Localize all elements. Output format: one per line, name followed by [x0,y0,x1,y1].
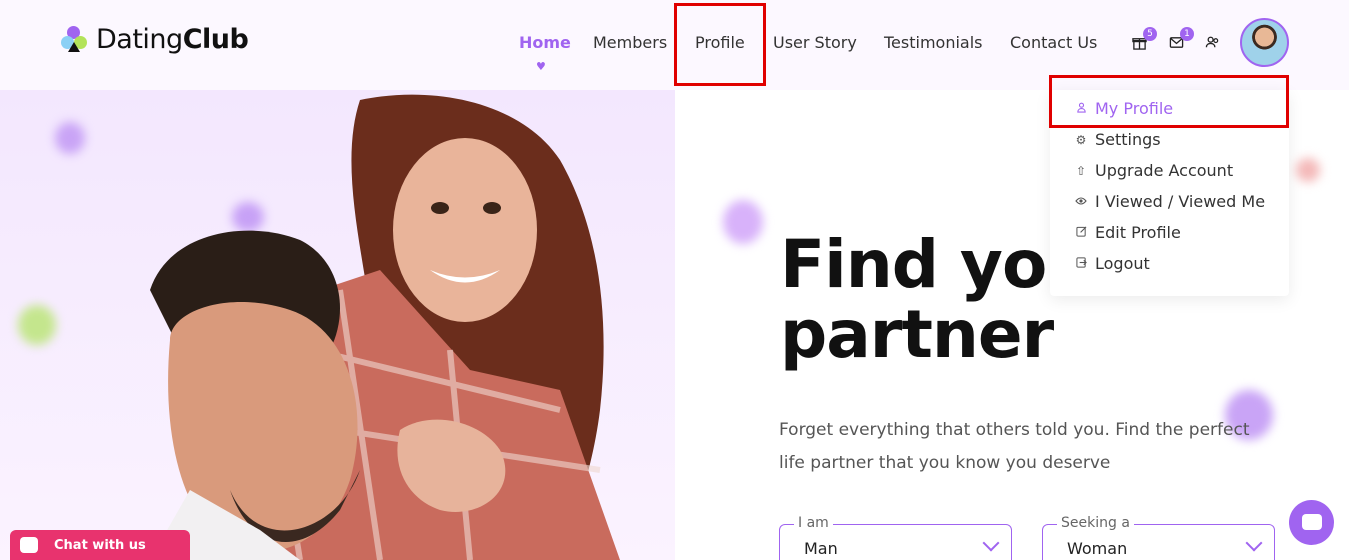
hero-title: Find you partner [780,226,1093,373]
nav-item-testimonials[interactable]: Testimonials [884,33,983,52]
seeking-value: Woman [1067,539,1128,558]
chat-launcher-button[interactable] [1289,500,1334,545]
eye-icon [1074,195,1088,209]
gift-icon[interactable]: 5 [1131,27,1157,51]
logo-text-light: Dating [96,24,183,55]
menu-item-label: Logout [1095,254,1150,273]
mail-count-badge: 1 [1180,27,1194,41]
gift-count-badge: 5 [1143,27,1157,41]
chat-bubble-icon [20,537,38,553]
seeking-select[interactable]: Seeking a Woman [1042,515,1275,560]
profile-highlight-box [674,3,766,86]
mail-icon[interactable]: 1 [1168,27,1194,51]
menu-item-label: Edit Profile [1095,223,1181,242]
chat-label: Chat with us [54,537,146,553]
chat-bubble-icon [1302,514,1322,530]
user-avatar[interactable] [1240,18,1289,67]
heart-decoration [1296,158,1320,182]
nav-item-contact-us[interactable]: Contact Us [1010,33,1097,52]
gear-icon: ⚙ [1075,132,1087,147]
i-am-value: Man [804,539,838,558]
logout-icon [1074,256,1088,271]
menu-item-viewed[interactable]: I Viewed / Viewed Me [1074,192,1265,211]
menu-item-label: Upgrade Account [1095,161,1234,180]
nav-item-home[interactable]: Home [519,33,571,52]
menu-item-label: I Viewed / Viewed Me [1095,192,1266,211]
i-am-label: I am [794,515,833,531]
active-heart-icon: ♥ [536,60,546,73]
i-am-select[interactable]: I am Man [779,515,1012,560]
logo-text-bold: Club [182,24,249,55]
heart-decoration [723,200,763,244]
chevron-down-icon [1245,534,1263,552]
chevron-down-icon [982,534,1000,552]
users-icon[interactable] [1204,35,1220,51]
hero-description: Forget everything that others told you. … [779,420,1250,473]
hero-image [0,90,675,560]
edit-icon [1074,226,1088,240]
hero-title-line1: Find you [780,226,1093,303]
logo[interactable]: DatingClub [60,24,249,55]
nav-item-members[interactable]: Members [593,33,667,52]
menu-item-label: Settings [1095,130,1161,149]
menu-item-edit-profile[interactable]: Edit Profile [1074,223,1181,242]
my-profile-highlight-box [1049,75,1289,128]
hero-title-line2: partner [780,296,1054,373]
menu-item-logout[interactable]: Logout [1074,254,1150,273]
seeking-label: Seeking a [1057,515,1134,531]
chat-with-us-button[interactable]: Chat with us [10,530,190,560]
logo-text: DatingClub [96,24,249,55]
nav-item-user-story[interactable]: User Story [773,33,857,52]
menu-item-settings[interactable]: ⚙ Settings [1074,130,1161,149]
upload-icon: ⇧ [1075,163,1087,178]
menu-item-upgrade-account[interactable]: ⇧ Upgrade Account [1074,161,1233,180]
logo-mark-icon [60,25,88,55]
couple-photo [150,94,620,560]
